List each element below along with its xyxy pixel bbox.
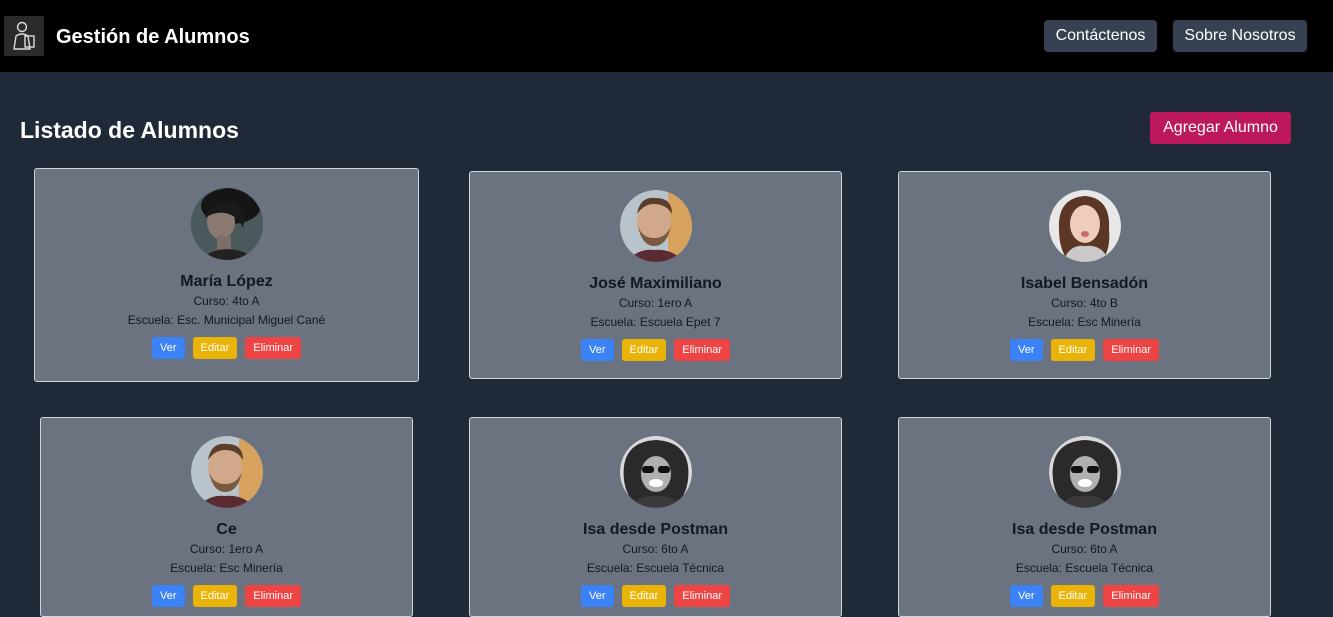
card-actions: Ver Editar Eliminar — [470, 585, 841, 607]
student-course: Curso: 1ero A — [189, 542, 264, 556]
app-title[interactable]: Gestión de Alumnos — [56, 24, 250, 50]
edit-button[interactable]: Editar — [1050, 585, 1096, 607]
student-name: José Maximiliano — [589, 275, 722, 292]
view-button[interactable]: Ver — [152, 585, 185, 607]
scrollbar[interactable] — [1329, 72, 1333, 602]
edit-button[interactable]: Editar — [1050, 339, 1096, 361]
delete-button[interactable]: Eliminar — [1103, 339, 1159, 361]
contact-button[interactable]: Contáctenos — [1044, 20, 1157, 52]
student-school: Escuela: Escuela Epet 7 — [590, 315, 721, 329]
student-card: Isa desde Postman Curso: 6to A Escuela: … — [469, 417, 842, 617]
student-avatar — [619, 190, 692, 262]
student-avatar — [1048, 190, 1121, 262]
add-student-button[interactable]: Agregar Alumno — [1150, 112, 1291, 144]
student-name: Ce — [216, 521, 237, 538]
card-actions: Ver Editar Eliminar — [899, 585, 1270, 607]
view-button[interactable]: Ver — [1010, 339, 1043, 361]
student-course: Curso: 6to A — [1051, 542, 1118, 556]
student-name: Isabel Bensadón — [1020, 275, 1149, 292]
view-button[interactable]: Ver — [152, 337, 185, 359]
student-school: Escuela: Escuela Técnica — [1015, 561, 1154, 575]
student-logo-icon[interactable] — [4, 16, 44, 56]
student-course: Curso: 4to B — [1051, 296, 1118, 310]
about-button[interactable]: Sobre Nosotros — [1173, 20, 1307, 52]
edit-button[interactable]: Editar — [621, 339, 667, 361]
delete-button[interactable]: Eliminar — [245, 585, 301, 607]
student-card: Isa desde Postman Curso: 6to A Escuela: … — [898, 417, 1271, 617]
delete-button[interactable]: Eliminar — [674, 339, 730, 361]
student-card: Isabel Bensadón Curso: 4to B Escuela: Es… — [898, 171, 1271, 379]
delete-button[interactable]: Eliminar — [245, 337, 301, 359]
delete-button[interactable]: Eliminar — [1103, 585, 1159, 607]
view-button[interactable]: Ver — [581, 339, 614, 361]
page-title: Listado de Alumnos — [20, 117, 239, 143]
student-name: Isa desde Postman — [1012, 521, 1157, 538]
student-card: María López Curso: 4to A Escuela: Esc. M… — [34, 168, 419, 382]
card-actions: Ver Editar Eliminar — [899, 339, 1270, 361]
student-avatar — [190, 436, 263, 508]
edit-button[interactable]: Editar — [192, 585, 238, 607]
student-course: Curso: 4to A — [193, 294, 260, 308]
student-avatar — [619, 436, 692, 508]
navbar: Gestión de Alumnos Contáctenos Sobre Nos… — [0, 0, 1333, 72]
student-course: Curso: 1ero A — [618, 296, 693, 310]
delete-button[interactable]: Eliminar — [674, 585, 730, 607]
student-card: Ce Curso: 1ero A Escuela: Esc Minería Ve… — [40, 417, 413, 617]
card-actions: Ver Editar Eliminar — [470, 339, 841, 361]
student-name: Isa desde Postman — [583, 521, 728, 538]
view-button[interactable]: Ver — [1010, 585, 1043, 607]
student-school: Escuela: Esc Minería — [1028, 315, 1141, 329]
view-button[interactable]: Ver — [581, 585, 614, 607]
student-name: María López — [180, 273, 273, 290]
student-course: Curso: 6to A — [622, 542, 689, 556]
student-avatar — [190, 188, 263, 260]
student-school: Escuela: Esc Minería — [170, 561, 283, 575]
student-avatar — [1048, 436, 1121, 508]
card-actions: Ver Editar Eliminar — [35, 337, 418, 359]
student-school: Escuela: Esc. Municipal Miguel Cané — [127, 313, 326, 327]
student-card: José Maximiliano Curso: 1ero A Escuela: … — [469, 171, 842, 379]
card-actions: Ver Editar Eliminar — [41, 585, 412, 607]
edit-button[interactable]: Editar — [192, 337, 238, 359]
student-school: Escuela: Escuela Técnica — [586, 561, 725, 575]
edit-button[interactable]: Editar — [621, 585, 667, 607]
